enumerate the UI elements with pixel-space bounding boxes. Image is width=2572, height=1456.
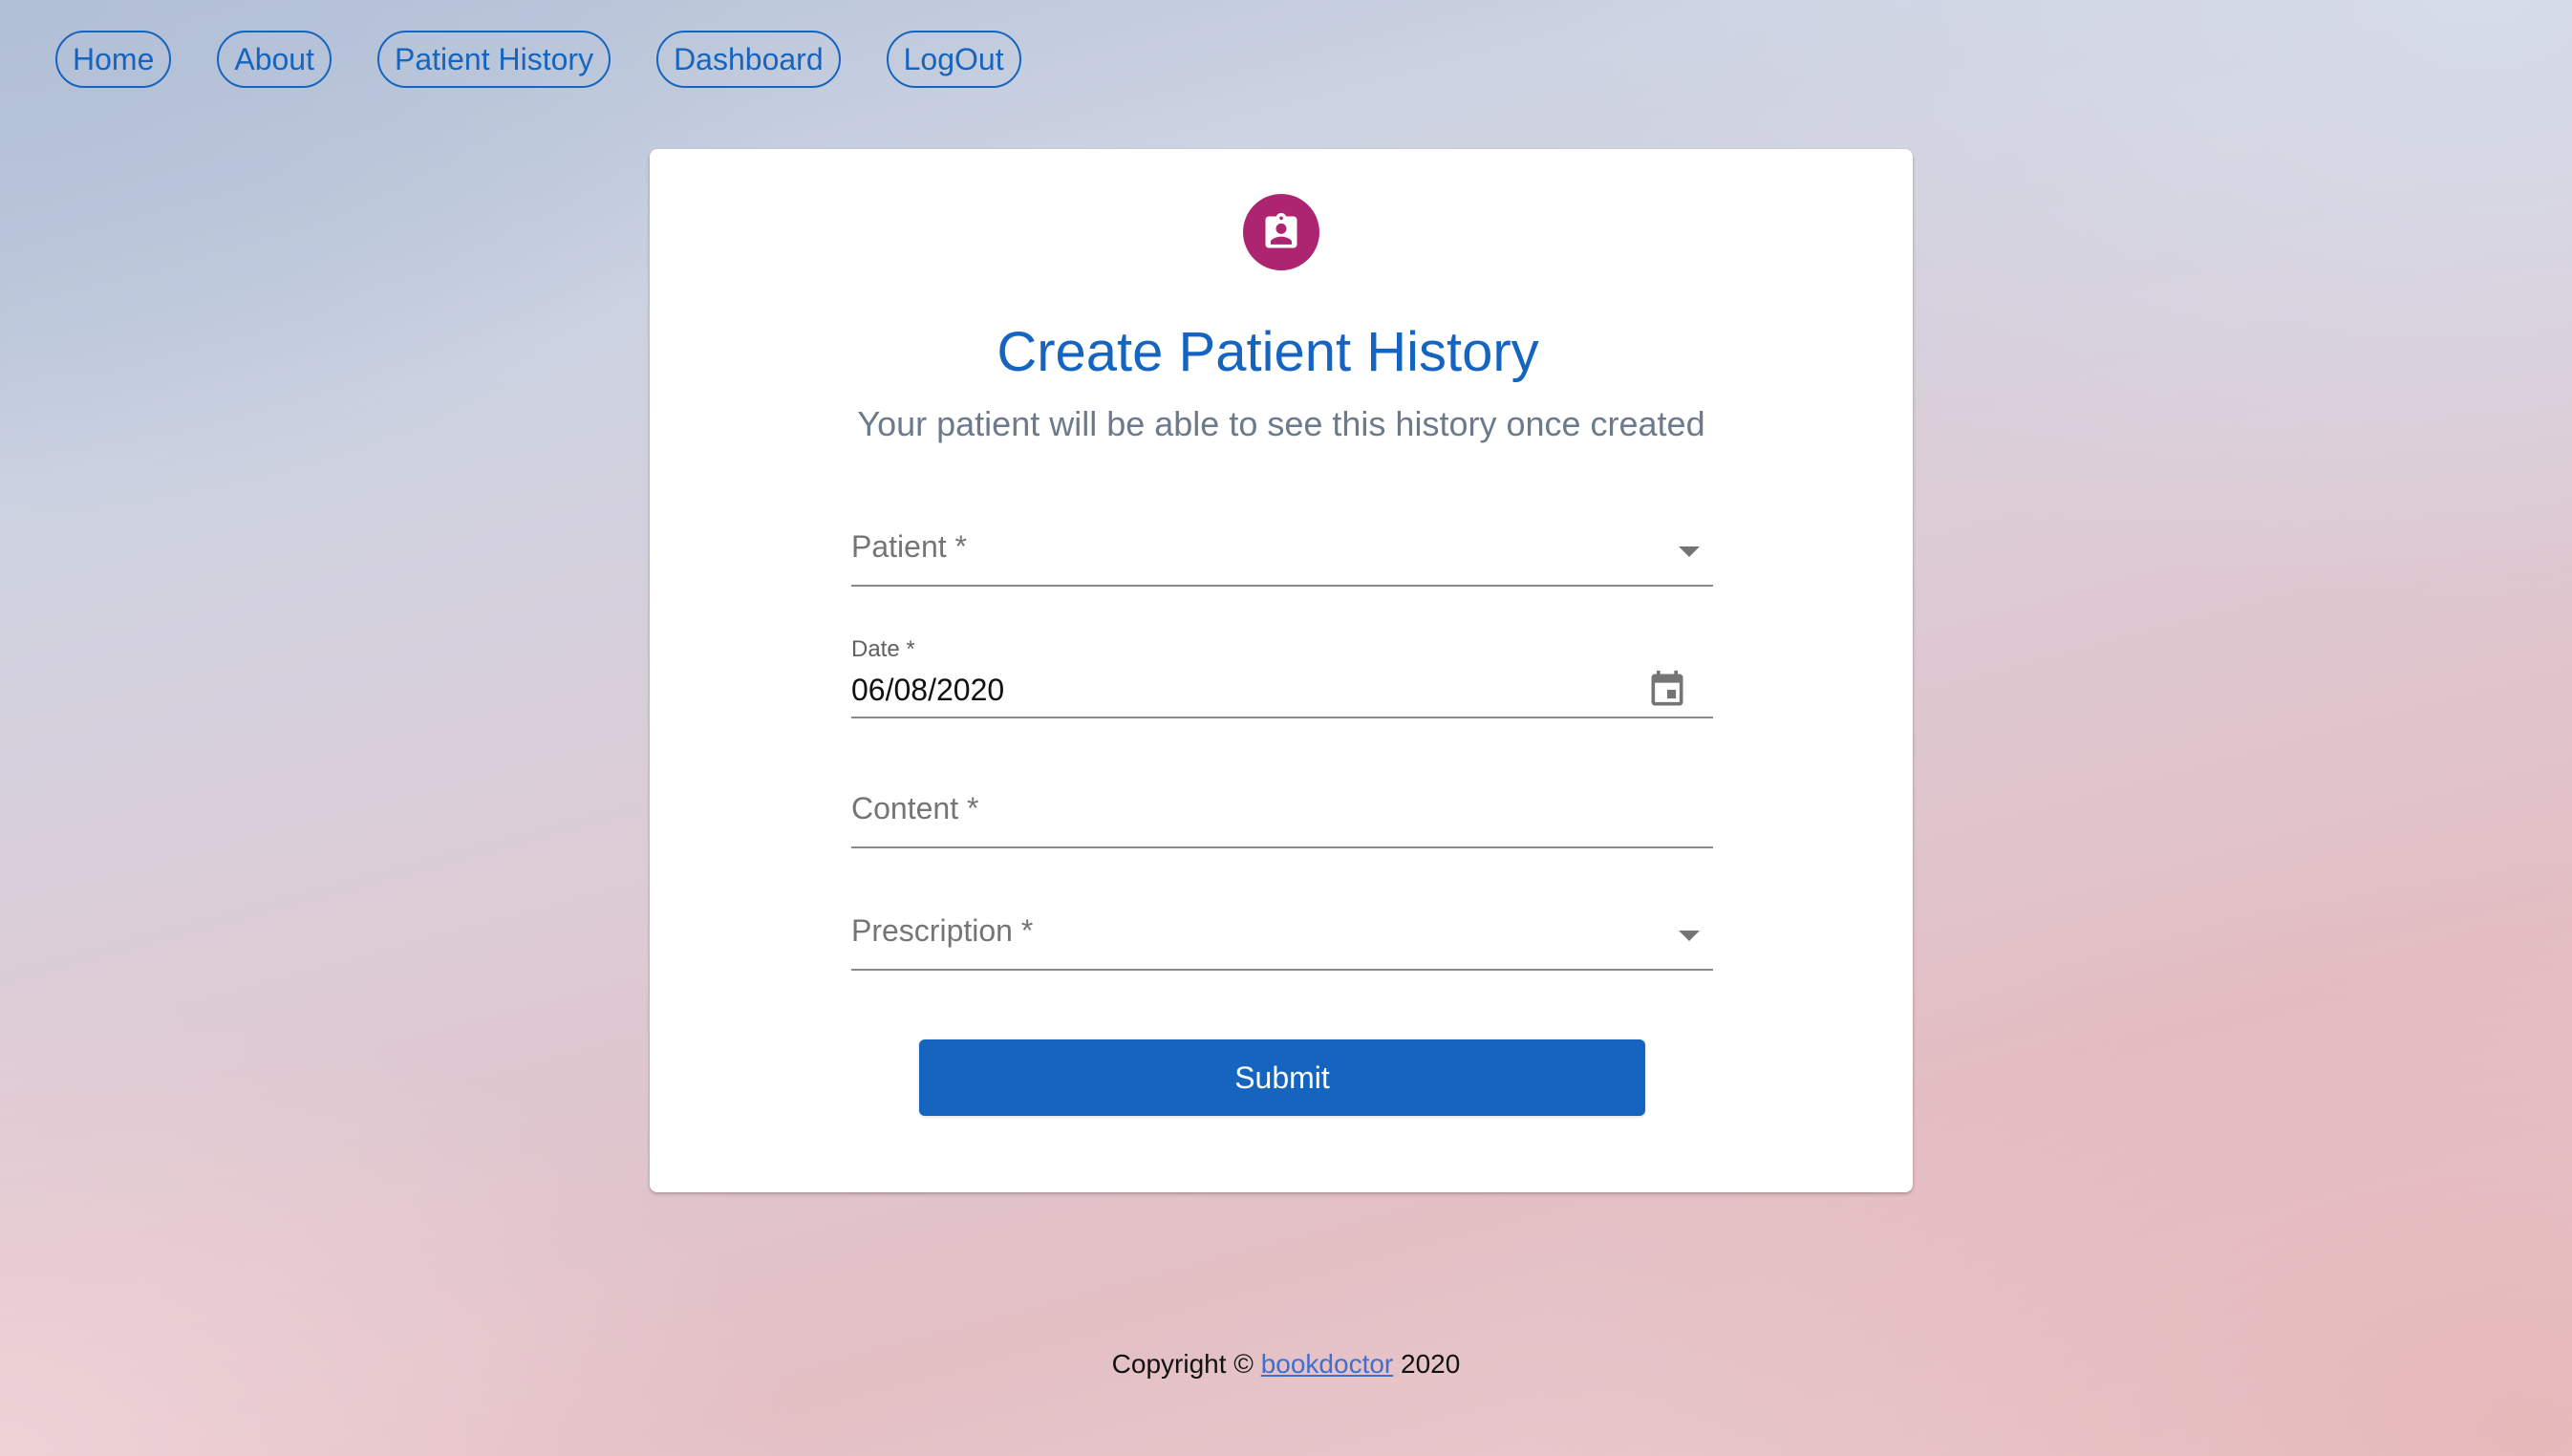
nav-dashboard-button[interactable]: Dashboard <box>656 31 841 88</box>
nav-logout-button[interactable]: LogOut <box>886 31 1021 88</box>
date-value: 06/08/2020 <box>851 673 1005 707</box>
patient-label: Patient * <box>851 529 967 564</box>
chevron-down-icon[interactable] <box>1679 931 1700 941</box>
date-field[interactable]: Date * 06/08/2020 <box>851 634 1713 718</box>
calendar-icon[interactable] <box>1646 669 1688 711</box>
content-field[interactable]: Content * <box>851 785 1713 848</box>
nav-home-button[interactable]: Home <box>55 31 172 88</box>
prescription-select[interactable]: Prescription * <box>851 908 1713 971</box>
page-title: Create Patient History <box>997 321 1539 383</box>
submit-button[interactable]: Submit <box>919 1039 1645 1116</box>
nav-about-button[interactable]: About <box>217 31 332 88</box>
create-history-card: Create Patient History Your patient will… <box>650 149 1913 1192</box>
date-label: Date * <box>851 636 915 662</box>
footer: Copyright © bookdoctor 2020 <box>0 1349 2572 1380</box>
nav-patient-history-button[interactable]: Patient History <box>376 31 611 88</box>
content-label: Content * <box>851 791 979 825</box>
prescription-label: Prescription * <box>851 913 1034 948</box>
top-nav: Home About Patient History Dashboard Log… <box>55 31 1021 88</box>
bookdoctor-link[interactable]: bookdoctor <box>1261 1349 1394 1379</box>
avatar <box>1243 194 1319 270</box>
page-subtitle: Your patient will be able to see this hi… <box>857 404 1705 443</box>
copyright-year: 2020 <box>1401 1349 1461 1379</box>
chevron-down-icon[interactable] <box>1679 546 1700 557</box>
assignment-ind-icon <box>1265 212 1297 248</box>
copyright-text: Copyright © <box>1111 1349 1254 1379</box>
patient-select[interactable]: Patient * <box>851 524 1713 587</box>
